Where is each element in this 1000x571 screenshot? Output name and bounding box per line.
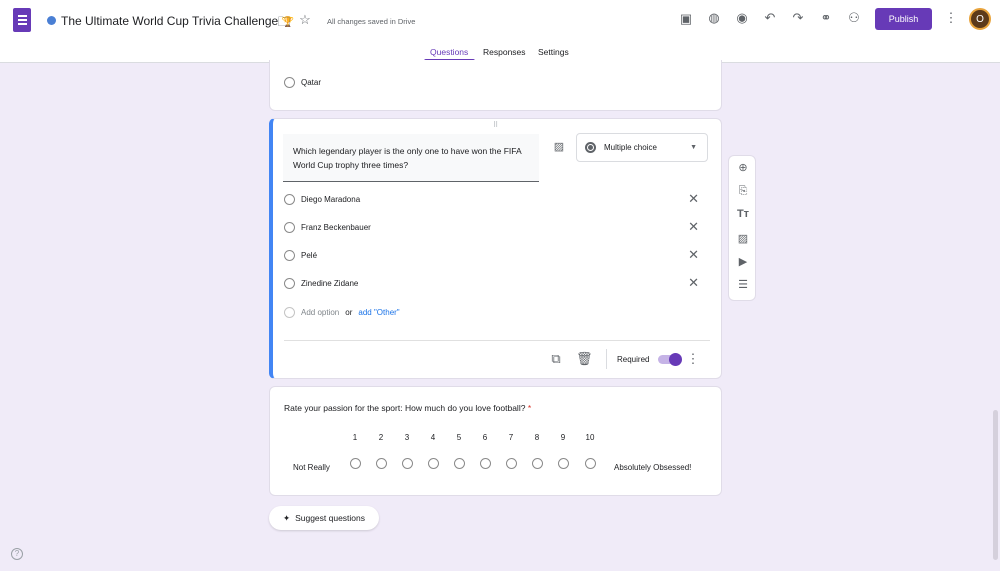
scrollbar[interactable] xyxy=(993,410,998,560)
avatar[interactable]: O xyxy=(969,8,991,30)
scale-radio[interactable] xyxy=(532,458,543,469)
add-question-icon[interactable]: ⊕ xyxy=(735,161,751,174)
radio xyxy=(284,250,295,261)
scale-radio[interactable] xyxy=(402,458,413,469)
add-video-icon[interactable]: ▶ xyxy=(735,255,751,268)
radio xyxy=(284,278,295,289)
add-option-input[interactable]: Add option xyxy=(301,308,339,317)
scale-number: 2 xyxy=(378,433,384,442)
add-section-icon[interactable]: ☰ xyxy=(735,278,751,291)
scale-number: 4 xyxy=(430,433,436,442)
remove-option-icon[interactable]: ✕ xyxy=(688,191,699,207)
option-label: Qatar xyxy=(301,78,322,87)
question-type-dropdown[interactable]: Multiple choice ▼ xyxy=(576,133,708,162)
publish-button[interactable]: Publish xyxy=(875,8,932,30)
scale-radio[interactable] xyxy=(454,458,465,469)
scale-number: 9 xyxy=(560,433,566,442)
required-asterisk: * xyxy=(527,403,532,413)
linear-scale-question-card[interactable]: Rate your passion for the sport: How muc… xyxy=(269,386,722,496)
scale-radio[interactable] xyxy=(428,458,439,469)
folder-icon[interactable]: 🗀 xyxy=(276,13,292,35)
scale-number: 1 xyxy=(352,433,358,442)
floating-toolbar: ⊕ ⎘ Tт ▨ ▶ ☰ xyxy=(728,155,756,301)
scale-number: 6 xyxy=(482,433,488,442)
type-label: Multiple choice xyxy=(604,143,657,152)
or-label: or xyxy=(345,308,353,317)
suggest-label: Suggest questions xyxy=(295,513,366,523)
option-input[interactable]: Zinedine Zidane xyxy=(301,279,358,288)
scale-low-label: Not Really xyxy=(293,463,330,472)
more-vert-icon[interactable]: ⋮ xyxy=(943,10,959,26)
radio xyxy=(284,222,295,233)
duplicate-icon[interactable]: ⧉ xyxy=(548,351,564,367)
scale-number: 8 xyxy=(534,433,540,442)
divider xyxy=(606,349,607,369)
form-title[interactable]: The Ultimate World Cup Trivia Challenge … xyxy=(61,14,294,28)
required-label: Required xyxy=(617,355,650,364)
scale-radio[interactable] xyxy=(506,458,517,469)
tab-questions[interactable]: Questions xyxy=(430,47,468,57)
scale-radio[interactable] xyxy=(376,458,387,469)
star-icon[interactable]: ☆ xyxy=(297,12,313,28)
save-status: All changes saved in Drive xyxy=(327,17,416,26)
customize-icon[interactable]: ▣ xyxy=(678,11,694,27)
globe-icon xyxy=(47,16,56,25)
add-other-link[interactable]: add "Other" xyxy=(358,308,399,317)
question-title-input[interactable]: Which legendary player is the only one t… xyxy=(283,134,539,182)
add-title-icon[interactable]: Tт xyxy=(735,208,751,220)
question-card-active[interactable]: ⠿ Which legendary player is the only one… xyxy=(269,118,722,379)
add-collaborator-icon[interactable]: ⚇ xyxy=(846,10,862,26)
remove-option-icon[interactable]: ✕ xyxy=(688,275,699,291)
remove-option-icon[interactable]: ✕ xyxy=(688,247,699,263)
undo-icon[interactable]: ↶ xyxy=(762,10,778,26)
drag-handle-icon[interactable]: ⠿ xyxy=(493,121,498,129)
top-bar: The Ultimate World Cup Trivia Challenge … xyxy=(0,0,1000,63)
scale-radio[interactable] xyxy=(480,458,491,469)
question-title: Rate your passion for the sport: How muc… xyxy=(284,403,532,413)
required-toggle[interactable] xyxy=(658,353,682,366)
scale-radio[interactable] xyxy=(350,458,361,469)
option-input[interactable]: Diego Maradona xyxy=(301,195,360,204)
option-input[interactable]: Pelé xyxy=(301,251,317,260)
tab-responses[interactable]: Responses xyxy=(483,47,526,57)
remove-option-icon[interactable]: ✕ xyxy=(688,219,699,235)
sparkle-icon: ✦ xyxy=(282,512,291,523)
help-icon[interactable]: ? xyxy=(11,548,23,560)
scale-number: 3 xyxy=(404,433,410,442)
radio xyxy=(284,307,295,318)
redo-icon[interactable]: ↷ xyxy=(790,10,806,26)
chevron-down-icon: ▼ xyxy=(690,144,697,151)
scale-number: 7 xyxy=(508,433,514,442)
radio xyxy=(284,194,295,205)
radio-checked-icon xyxy=(585,142,596,153)
previous-question-card: Qatar xyxy=(269,60,722,111)
suggest-questions-button[interactable]: ✦ Suggest questions xyxy=(269,506,379,530)
scale-number: 10 xyxy=(585,433,595,442)
more-vert-icon[interactable]: ⋮ xyxy=(685,351,701,367)
divider xyxy=(284,340,710,341)
scale-high-label: Absolutely Obsessed! xyxy=(614,463,692,472)
radio[interactable] xyxy=(284,77,295,88)
scale-number: 5 xyxy=(456,433,462,442)
forms-logo-icon[interactable] xyxy=(13,8,31,32)
tab-settings[interactable]: Settings xyxy=(538,47,569,57)
image-icon[interactable]: ▨ xyxy=(551,140,567,153)
scale-radio[interactable] xyxy=(558,458,569,469)
palette-icon[interactable]: ◍ xyxy=(706,10,722,26)
option-input[interactable]: Franz Beckenbauer xyxy=(301,223,371,232)
delete-icon[interactable]: 🗑 xyxy=(576,351,593,367)
scale-radio[interactable] xyxy=(585,458,596,469)
preview-eye-icon[interactable]: ◉ xyxy=(734,10,750,26)
add-image-icon[interactable]: ▨ xyxy=(735,232,751,245)
link-icon[interactable]: ⚭ xyxy=(818,10,834,26)
import-questions-icon[interactable]: ⎘ xyxy=(735,185,751,198)
